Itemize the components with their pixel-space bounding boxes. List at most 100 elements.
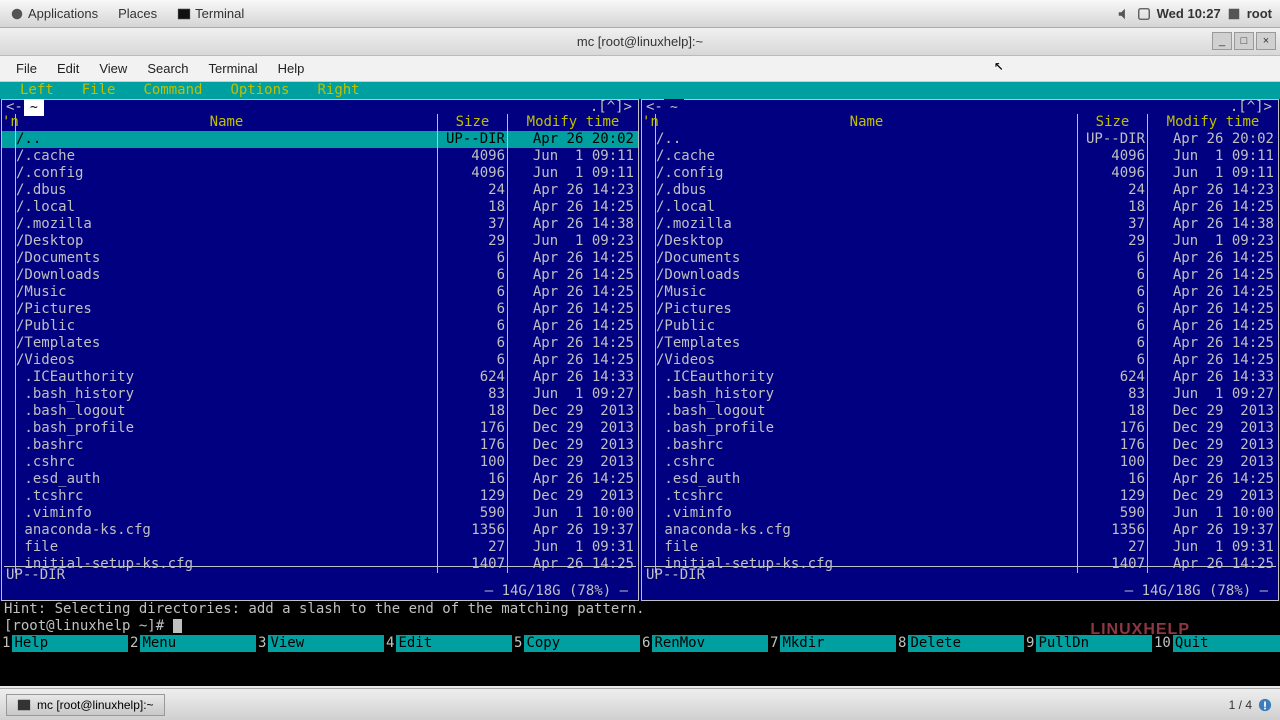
fkey-mkdir[interactable]: 7Mkdir (768, 635, 896, 652)
table-row[interactable]: /Videos6Apr 26 14:25 (642, 352, 1278, 369)
right-file-list[interactable]: /..UP--DIRApr 26 20:02/.cache4096Jun 1 0… (642, 131, 1278, 573)
col-time[interactable]: Modify time (1148, 114, 1278, 131)
mc-menu-command[interactable]: Command (129, 82, 216, 99)
col-size[interactable]: Size (1078, 114, 1148, 131)
volume-icon[interactable] (1117, 7, 1131, 21)
left-file-list[interactable]: /..UP--DIRApr 26 20:02/.cache4096Jun 1 0… (2, 131, 638, 573)
table-row[interactable]: .bash_history83Jun 1 09:27 (2, 386, 638, 403)
table-row[interactable]: /Documents6Apr 26 14:25 (2, 250, 638, 267)
table-row[interactable]: /.mozilla37Apr 26 14:38 (2, 216, 638, 233)
table-row[interactable]: .bash_profile176Dec 29 2013 (642, 420, 1278, 437)
menu-terminal[interactable]: Terminal (199, 61, 268, 76)
col-size[interactable]: Size (438, 114, 508, 131)
taskbar-task[interactable]: mc [root@linuxhelp]:~ (6, 694, 165, 716)
table-row[interactable]: /Pictures6Apr 26 14:25 (2, 301, 638, 318)
left-disk-usage: — 14G/18G (78%) — (485, 583, 628, 600)
fkey-pulldn[interactable]: 9PullDn (1024, 635, 1152, 652)
notification-icon[interactable] (1258, 698, 1272, 712)
table-row[interactable]: /.dbus24Apr 26 14:23 (2, 182, 638, 199)
menu-file[interactable]: File (6, 61, 47, 76)
shell-prompt[interactable]: [root@linuxhelp ~]# (4, 618, 1276, 635)
table-row[interactable]: .bash_history83Jun 1 09:27 (642, 386, 1278, 403)
fkey-delete[interactable]: 8Delete (896, 635, 1024, 652)
table-row[interactable]: /.local18Apr 26 14:25 (642, 199, 1278, 216)
table-row[interactable]: /Music6Apr 26 14:25 (2, 284, 638, 301)
table-row[interactable]: .ICEauthority624Apr 26 14:33 (642, 369, 1278, 386)
table-row[interactable]: /.config4096Jun 1 09:11 (2, 165, 638, 182)
workspace-pager[interactable]: 1 / 4 (1229, 698, 1280, 712)
table-row[interactable]: /..UP--DIRApr 26 20:02 (642, 131, 1278, 148)
table-row[interactable]: .esd_auth16Apr 26 14:25 (642, 471, 1278, 488)
fkey-quit[interactable]: 10Quit (1152, 635, 1280, 652)
menu-view[interactable]: View (89, 61, 137, 76)
fkey-renmov[interactable]: 6RenMov (640, 635, 768, 652)
table-row[interactable]: .bash_logout18Dec 29 2013 (642, 403, 1278, 420)
table-row[interactable]: anaconda-ks.cfg1356Apr 26 19:37 (642, 522, 1278, 539)
fkey-menu[interactable]: 2Menu (128, 635, 256, 652)
table-row[interactable]: /.mozilla37Apr 26 14:38 (642, 216, 1278, 233)
table-row[interactable]: .bash_profile176Dec 29 2013 (2, 420, 638, 437)
mc-menu-right[interactable]: Right (303, 82, 373, 99)
table-row[interactable]: /Pictures6Apr 26 14:25 (642, 301, 1278, 318)
fkey-view[interactable]: 3View (256, 635, 384, 652)
clock[interactable]: Wed 10:27 (1157, 6, 1221, 21)
close-button[interactable]: × (1256, 32, 1276, 50)
table-row[interactable]: .cshrc100Dec 29 2013 (642, 454, 1278, 471)
table-row[interactable]: /Templates6Apr 26 14:25 (2, 335, 638, 352)
table-row[interactable]: /Desktop29Jun 1 09:23 (642, 233, 1278, 250)
maximize-button[interactable]: □ (1234, 32, 1254, 50)
table-row[interactable]: /.cache4096Jun 1 09:11 (642, 148, 1278, 165)
mc-menu-file[interactable]: File (68, 82, 130, 99)
table-row[interactable]: .esd_auth16Apr 26 14:25 (2, 471, 638, 488)
col-time[interactable]: Modify time (508, 114, 638, 131)
table-row[interactable]: /Music6Apr 26 14:25 (642, 284, 1278, 301)
table-row[interactable]: .bashrc176Dec 29 2013 (642, 437, 1278, 454)
right-panel[interactable]: <- ~ .[^]> 'n Name Size Modify time /..U… (640, 99, 1280, 601)
col-name[interactable]: Name (656, 114, 1078, 131)
right-path[interactable]: ~ (664, 99, 684, 116)
table-row[interactable]: anaconda-ks.cfg1356Apr 26 19:37 (2, 522, 638, 539)
table-row[interactable]: /Desktop29Jun 1 09:23 (2, 233, 638, 250)
col-name[interactable]: Name (16, 114, 438, 131)
accessibility-icon[interactable] (1137, 7, 1151, 21)
table-row[interactable]: /.dbus24Apr 26 14:23 (642, 182, 1278, 199)
table-row[interactable]: /Public6Apr 26 14:25 (642, 318, 1278, 335)
table-row[interactable]: /.cache4096Jun 1 09:11 (2, 148, 638, 165)
table-row[interactable]: file27Jun 1 09:31 (642, 539, 1278, 556)
table-row[interactable]: file27Jun 1 09:31 (2, 539, 638, 556)
places-menu[interactable]: Places (108, 6, 167, 21)
table-row[interactable]: /Downloads6Apr 26 14:25 (2, 267, 638, 284)
left-panel[interactable]: <- ~ .[^]> 'n Name Size Modify time /..U… (0, 99, 640, 601)
table-row[interactable]: /.config4096Jun 1 09:11 (642, 165, 1278, 182)
fkey-help[interactable]: 1Help (0, 635, 128, 652)
mc-menu-left[interactable]: Left (6, 82, 68, 99)
applications-menu[interactable]: Applications (0, 6, 108, 21)
menu-help[interactable]: Help (268, 61, 315, 76)
col-n[interactable]: 'n (642, 114, 656, 131)
terminal-app-indicator[interactable]: Terminal (167, 6, 254, 21)
table-row[interactable]: .ICEauthority624Apr 26 14:33 (2, 369, 638, 386)
table-row[interactable]: /Public6Apr 26 14:25 (2, 318, 638, 335)
fkey-copy[interactable]: 5Copy (512, 635, 640, 652)
fkey-edit[interactable]: 4Edit (384, 635, 512, 652)
menu-edit[interactable]: Edit (47, 61, 89, 76)
table-row[interactable]: /Downloads6Apr 26 14:25 (642, 267, 1278, 284)
table-row[interactable]: .tcshrc129Dec 29 2013 (642, 488, 1278, 505)
table-row[interactable]: /..UP--DIRApr 26 20:02 (2, 131, 638, 148)
col-n[interactable]: 'n (2, 114, 16, 131)
table-row[interactable]: /Templates6Apr 26 14:25 (642, 335, 1278, 352)
table-row[interactable]: .cshrc100Dec 29 2013 (2, 454, 638, 471)
table-row[interactable]: /.local18Apr 26 14:25 (2, 199, 638, 216)
user-label[interactable]: root (1247, 6, 1272, 21)
table-row[interactable]: .viminfo590Jun 1 10:00 (2, 505, 638, 522)
table-row[interactable]: /Documents6Apr 26 14:25 (642, 250, 1278, 267)
minimize-button[interactable]: _ (1212, 32, 1232, 50)
table-row[interactable]: /Videos6Apr 26 14:25 (2, 352, 638, 369)
table-row[interactable]: .viminfo590Jun 1 10:00 (642, 505, 1278, 522)
table-row[interactable]: .bashrc176Dec 29 2013 (2, 437, 638, 454)
table-row[interactable]: .bash_logout18Dec 29 2013 (2, 403, 638, 420)
menu-search[interactable]: Search (137, 61, 198, 76)
mc-menu-options[interactable]: Options (216, 82, 303, 99)
left-path[interactable]: ~ (24, 99, 44, 116)
table-row[interactable]: .tcshrc129Dec 29 2013 (2, 488, 638, 505)
